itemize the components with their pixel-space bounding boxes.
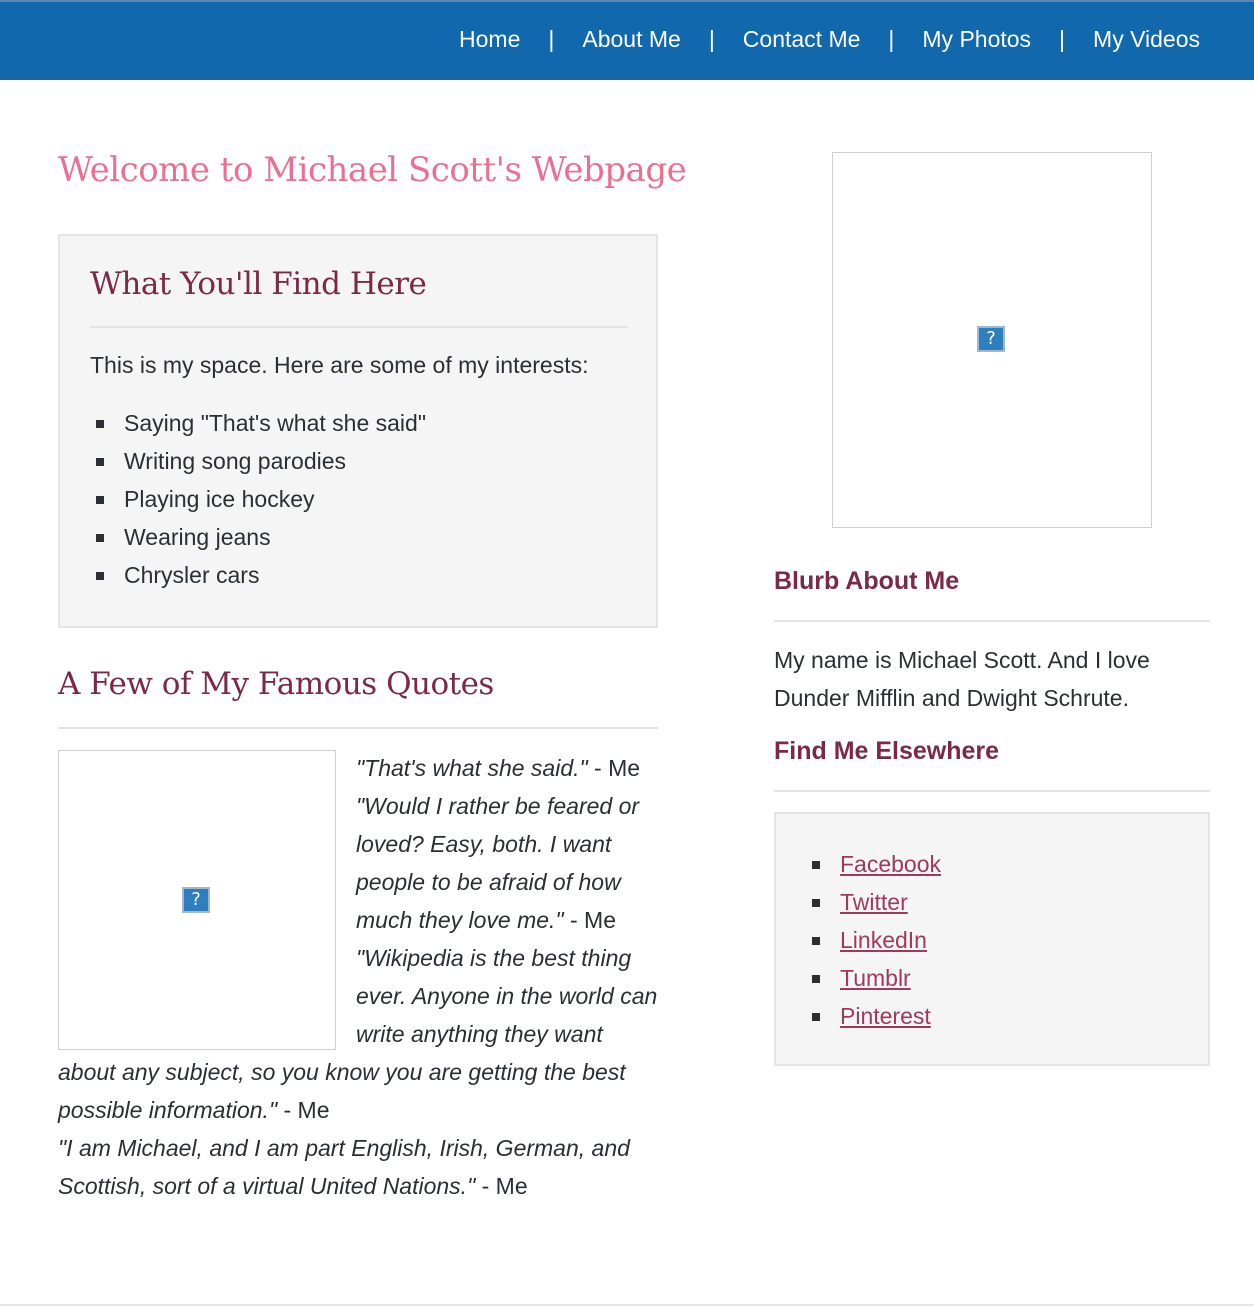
divider	[58, 727, 658, 729]
interests-list: Saying "That's what she said" Writing so…	[90, 404, 426, 594]
social-links-panel: Facebook Twitter LinkedIn Tumblr Pintere…	[774, 812, 1210, 1066]
nav-separator: |	[708, 26, 715, 52]
blurb-text: My name is Michael Scott. And I love Dun…	[774, 647, 1150, 711]
facebook-link[interactable]: Facebook	[840, 851, 941, 877]
quote-attribution: - Me	[475, 1173, 528, 1199]
pinterest-link[interactable]: Pinterest	[840, 1003, 931, 1029]
divider	[774, 620, 1210, 622]
list-item: Playing ice hockey	[90, 480, 426, 518]
quotes-section: ? "That's what she said." - Me "Would I …	[58, 749, 658, 1205]
divider	[90, 326, 628, 328]
quote-item: "I am Michael, and I am part English, Ir…	[58, 1129, 658, 1205]
list-item: Chrysler cars	[90, 556, 426, 594]
social-links-list: Facebook Twitter LinkedIn Tumblr Pintere…	[806, 845, 941, 1035]
twitter-link[interactable]: Twitter	[840, 889, 908, 915]
list-item: Writing song parodies	[90, 442, 426, 480]
linkedin-link[interactable]: LinkedIn	[840, 927, 927, 953]
list-item: LinkedIn	[806, 921, 941, 959]
quotes-heading: A Few of My Famous Quotes	[58, 666, 494, 702]
quote-attribution: - Me	[587, 755, 641, 781]
profile-image-placeholder: ?	[832, 152, 1152, 528]
tumblr-link[interactable]: Tumblr	[840, 965, 911, 991]
nav-home-link[interactable]: Home	[459, 26, 520, 53]
broken-image-icon: ?	[182, 887, 210, 913]
list-item: Facebook	[806, 845, 941, 883]
nav-my-photos-link[interactable]: My Photos	[922, 26, 1031, 53]
main-nav: Home | About Me | Contact Me | My Photos…	[459, 26, 1200, 53]
top-navigation-bar: Home | About Me | Contact Me | My Photos…	[0, 0, 1254, 80]
interests-intro: This is my space. Here are some of my in…	[90, 352, 589, 378]
quote-text: "I am Michael, and I am part English, Ir…	[58, 1135, 630, 1199]
nav-separator: |	[888, 26, 895, 52]
broken-image-icon: ?	[977, 326, 1005, 352]
page-title: Welcome to Michael Scott's Webpage	[58, 150, 687, 190]
nav-separator: |	[1059, 26, 1066, 52]
footer-divider	[0, 1304, 1254, 1306]
list-item: Pinterest	[806, 997, 941, 1035]
divider	[774, 790, 1210, 792]
quotes-image-placeholder: ?	[58, 750, 336, 1050]
list-item: Saying "That's what she said"	[90, 404, 426, 442]
list-item: Twitter	[806, 883, 941, 921]
list-item: Wearing jeans	[90, 518, 426, 556]
nav-about-me-link[interactable]: About Me	[582, 26, 680, 53]
nav-my-videos-link[interactable]: My Videos	[1093, 26, 1200, 53]
elsewhere-heading: Find Me Elsewhere	[774, 737, 1000, 765]
interests-heading: What You'll Find Here	[90, 266, 427, 302]
quote-attribution: - Me	[277, 1097, 330, 1123]
quote-text: "That's what she said."	[356, 755, 588, 781]
nav-separator: |	[548, 26, 555, 52]
quote-attribution: - Me	[563, 907, 616, 933]
interests-panel: What You'll Find Here This is my space. …	[58, 234, 658, 628]
blurb-heading: Blurb About Me	[774, 567, 960, 595]
list-item: Tumblr	[806, 959, 941, 997]
nav-contact-me-link[interactable]: Contact Me	[743, 26, 861, 53]
